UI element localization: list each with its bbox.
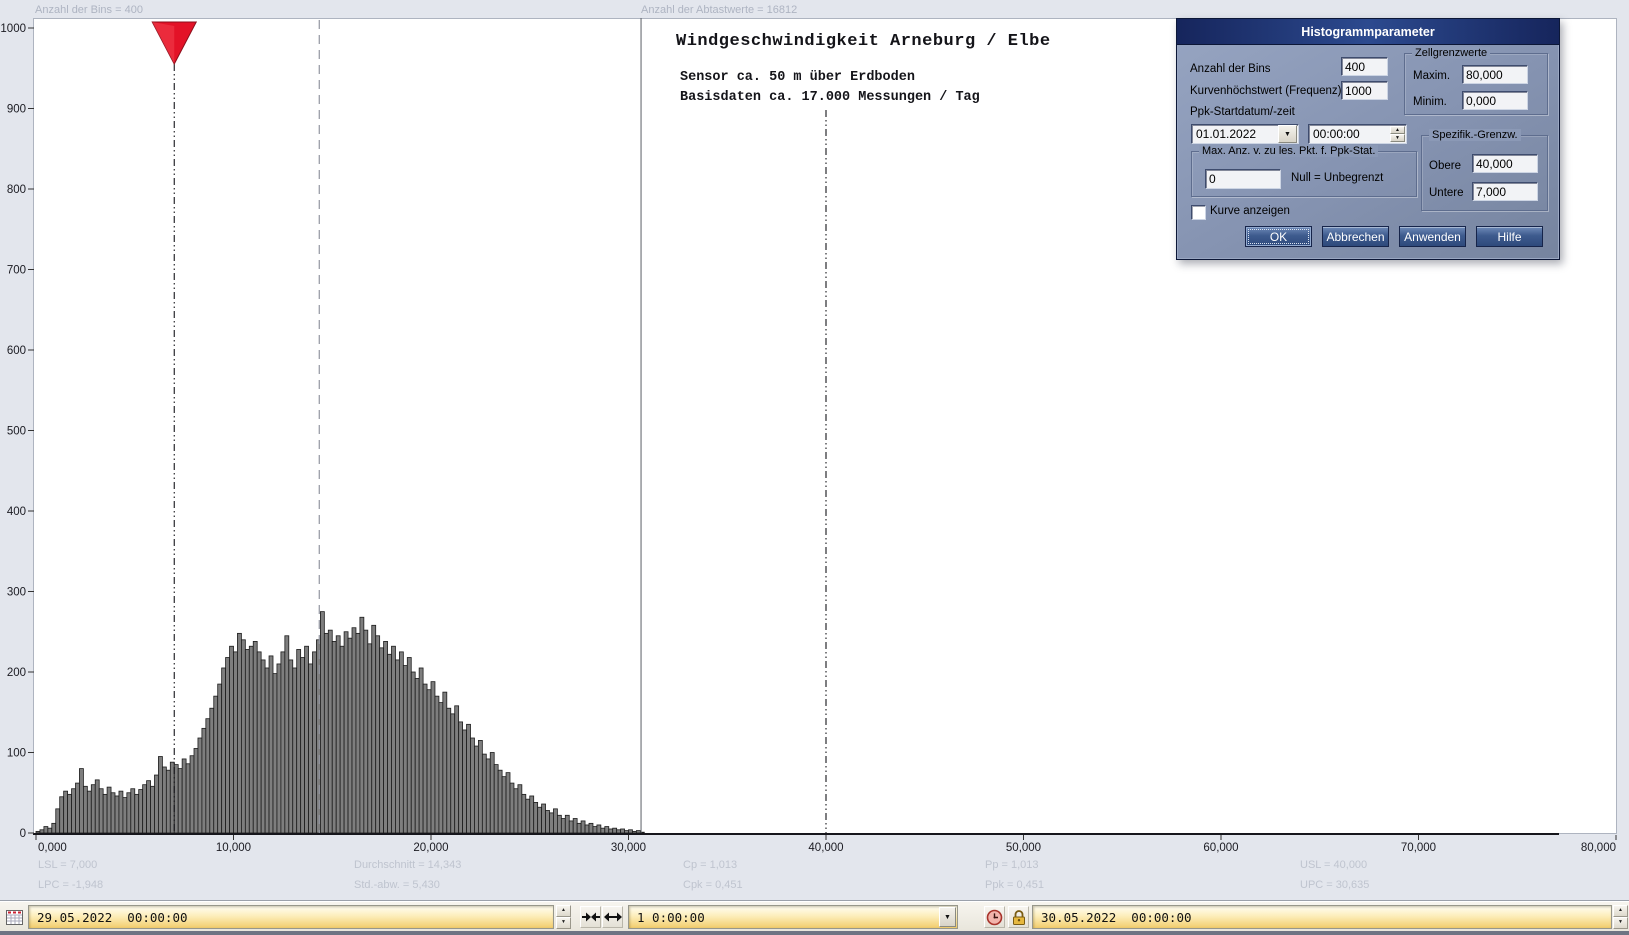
- range-start-datetime-value: 29.05.2022 00:00:00: [37, 910, 188, 925]
- y-tick-label: 200: [7, 667, 26, 679]
- y-tick-label: 0: [20, 828, 26, 840]
- ok-button[interactable]: OK: [1245, 226, 1312, 247]
- y-tick-label: 100: [7, 748, 26, 760]
- ppk-start-label: Ppk-Startdatum/-zeit: [1190, 106, 1295, 118]
- interval-combobox[interactable]: 1 0:00:00: [628, 905, 958, 929]
- y-tick-label: 300: [7, 587, 26, 599]
- x-tick-label: 20,000: [413, 842, 448, 854]
- freq-input[interactable]: [1341, 81, 1388, 100]
- upper-label: Obere: [1429, 160, 1461, 172]
- bins-count-header: Anzahl der Bins = 400: [35, 4, 143, 16]
- x-tick-label: 50,000: [1006, 842, 1041, 854]
- max-points-hint: Null = Unbegrenzt: [1291, 172, 1383, 184]
- help-button[interactable]: Hilfe: [1476, 226, 1543, 247]
- lower-label: Untere: [1429, 187, 1464, 199]
- ppk-time-down-button[interactable]: ▼: [1390, 134, 1405, 142]
- y-tick-label: 800: [7, 184, 26, 196]
- interval-dropdown-button[interactable]: ▼: [939, 907, 956, 927]
- interval-value: 1 0:00:00: [637, 910, 705, 925]
- ppk-date-dropdown-button[interactable]: ▼: [1278, 125, 1297, 143]
- x-tick-label: 80,000: [1581, 842, 1616, 854]
- histogram-parameter-dialog: Histogrammparameter Anzahl der Bins Kurv…: [1176, 18, 1560, 260]
- ppk-time-spinner[interactable]: 00:00:00 ▲▼: [1308, 124, 1407, 144]
- time-range-toolbar: 29.05.2022 00:00:00 ▲ ▼ 1 0:00:00 ▼: [0, 901, 1629, 932]
- lower-limit-input[interactable]: [1472, 182, 1538, 201]
- cancel-button[interactable]: Abbrechen: [1322, 226, 1389, 247]
- window-bottom-edge: [0, 931, 1629, 935]
- stat-cp: Cp = 1,013: [683, 859, 737, 871]
- x-tick-label: 40,000: [808, 842, 843, 854]
- show-curve-label: Kurve anzeigen: [1210, 205, 1290, 217]
- stat-upc: UPC = 30,635: [1300, 879, 1369, 891]
- x-tick-label: 0,000: [38, 842, 67, 854]
- y-tick-label: 500: [7, 426, 26, 438]
- stat-usl: USL = 40,000: [1300, 859, 1367, 871]
- samples-count-header: Anzahl der Abtastwerte = 16812: [641, 4, 797, 16]
- x-tick-label: 70,000: [1401, 842, 1436, 854]
- chart-subtitle-basis: Basisdaten ca. 17.000 Messungen / Tag: [680, 90, 980, 105]
- stat-stddev: Std.-abw. = 5,430: [354, 879, 440, 891]
- max-label: Maxim.: [1413, 70, 1450, 82]
- arrows-inward-icon: [582, 911, 600, 923]
- calendar-button[interactable]: [4, 906, 25, 928]
- dialog-title-bar[interactable]: Histogrammparameter: [1177, 19, 1559, 45]
- range-start-spin-up[interactable]: ▲: [556, 905, 571, 917]
- apply-button[interactable]: Anwenden: [1399, 226, 1466, 247]
- arrows-outward-icon: [604, 911, 622, 923]
- max-points-input[interactable]: [1205, 169, 1281, 189]
- stat-pp: Pp = 1,013: [985, 859, 1039, 871]
- x-tick-label: 10,000: [216, 842, 251, 854]
- cell-limits-group-label: Zellgrenzwerte: [1412, 47, 1490, 59]
- ppk-date-combobox[interactable]: 01.01.2022 ▼: [1191, 124, 1299, 144]
- show-curve-checkbox[interactable]: [1191, 205, 1206, 220]
- y-tick-label: 400: [7, 506, 26, 518]
- min-label: Minim.: [1413, 96, 1447, 108]
- stat-cpk: Cpk = 0,451: [683, 879, 743, 891]
- ppk-time-up-button[interactable]: ▲: [1390, 126, 1405, 134]
- stat-mean: Durchschnitt = 14,343: [354, 859, 461, 871]
- stat-ppk: Ppk = 0,451: [985, 879, 1044, 891]
- chart-subtitle-sensor: Sensor ca. 50 m über Erdboden: [680, 70, 915, 85]
- calendar-icon: [6, 909, 23, 925]
- y-tick-label: 700: [7, 265, 26, 277]
- max-input[interactable]: [1462, 65, 1528, 84]
- range-end-spinner: ▲ ▼: [1613, 905, 1628, 929]
- lock-icon: [1011, 909, 1027, 926]
- lock-button[interactable]: [1008, 906, 1029, 928]
- y-tick-label: 600: [7, 345, 26, 357]
- x-tick-label: 60,000: [1203, 842, 1238, 854]
- histogram-app-window: { "header": { "bins_info": "Anzahl der B…: [0, 0, 1629, 935]
- stat-lsl: LSL = 7,000: [38, 859, 97, 871]
- clock-button[interactable]: [984, 906, 1005, 928]
- freq-label: Kurvenhöchstwert (Frequenz): [1190, 85, 1341, 97]
- min-input[interactable]: [1462, 91, 1528, 110]
- stat-lpc: LPC = -1,948: [38, 879, 103, 891]
- range-end-datetime-field[interactable]: 30.05.2022 00:00:00: [1032, 905, 1612, 929]
- upper-limit-input[interactable]: [1472, 154, 1538, 173]
- y-tick-label: 900: [7, 104, 26, 116]
- chart-title: Windgeschwindigkeit Arneburg / Elbe: [676, 32, 1051, 51]
- range-start-datetime-field[interactable]: 29.05.2022 00:00:00: [28, 905, 554, 929]
- range-end-datetime-value: 30.05.2022 00:00:00: [1041, 910, 1192, 925]
- ppk-time-value: 00:00:00: [1309, 127, 1390, 141]
- bins-input[interactable]: [1341, 57, 1388, 76]
- dialog-title-text: Histogrammparameter: [1301, 25, 1434, 39]
- max-points-group-label: Max. Anz. v. zu les. Pkt. f. Ppk-Stat.: [1199, 145, 1378, 157]
- spec-limits-group-label: Spezifik.-Grenzw.: [1429, 129, 1521, 141]
- ppk-date-value: 01.01.2022: [1192, 127, 1278, 141]
- clock-icon: [986, 909, 1003, 926]
- range-end-spin-up[interactable]: ▲: [1613, 905, 1628, 917]
- bins-label: Anzahl der Bins: [1190, 63, 1271, 75]
- range-end-spin-down[interactable]: ▼: [1613, 917, 1628, 929]
- y-tick-label: 1000: [0, 23, 26, 35]
- range-start-spinner: ▲ ▼: [556, 905, 571, 929]
- shrink-range-button[interactable]: [580, 906, 601, 928]
- expand-range-button[interactable]: [602, 906, 623, 928]
- x-tick-label: 30,000: [611, 842, 646, 854]
- range-start-spin-down[interactable]: ▼: [556, 917, 571, 929]
